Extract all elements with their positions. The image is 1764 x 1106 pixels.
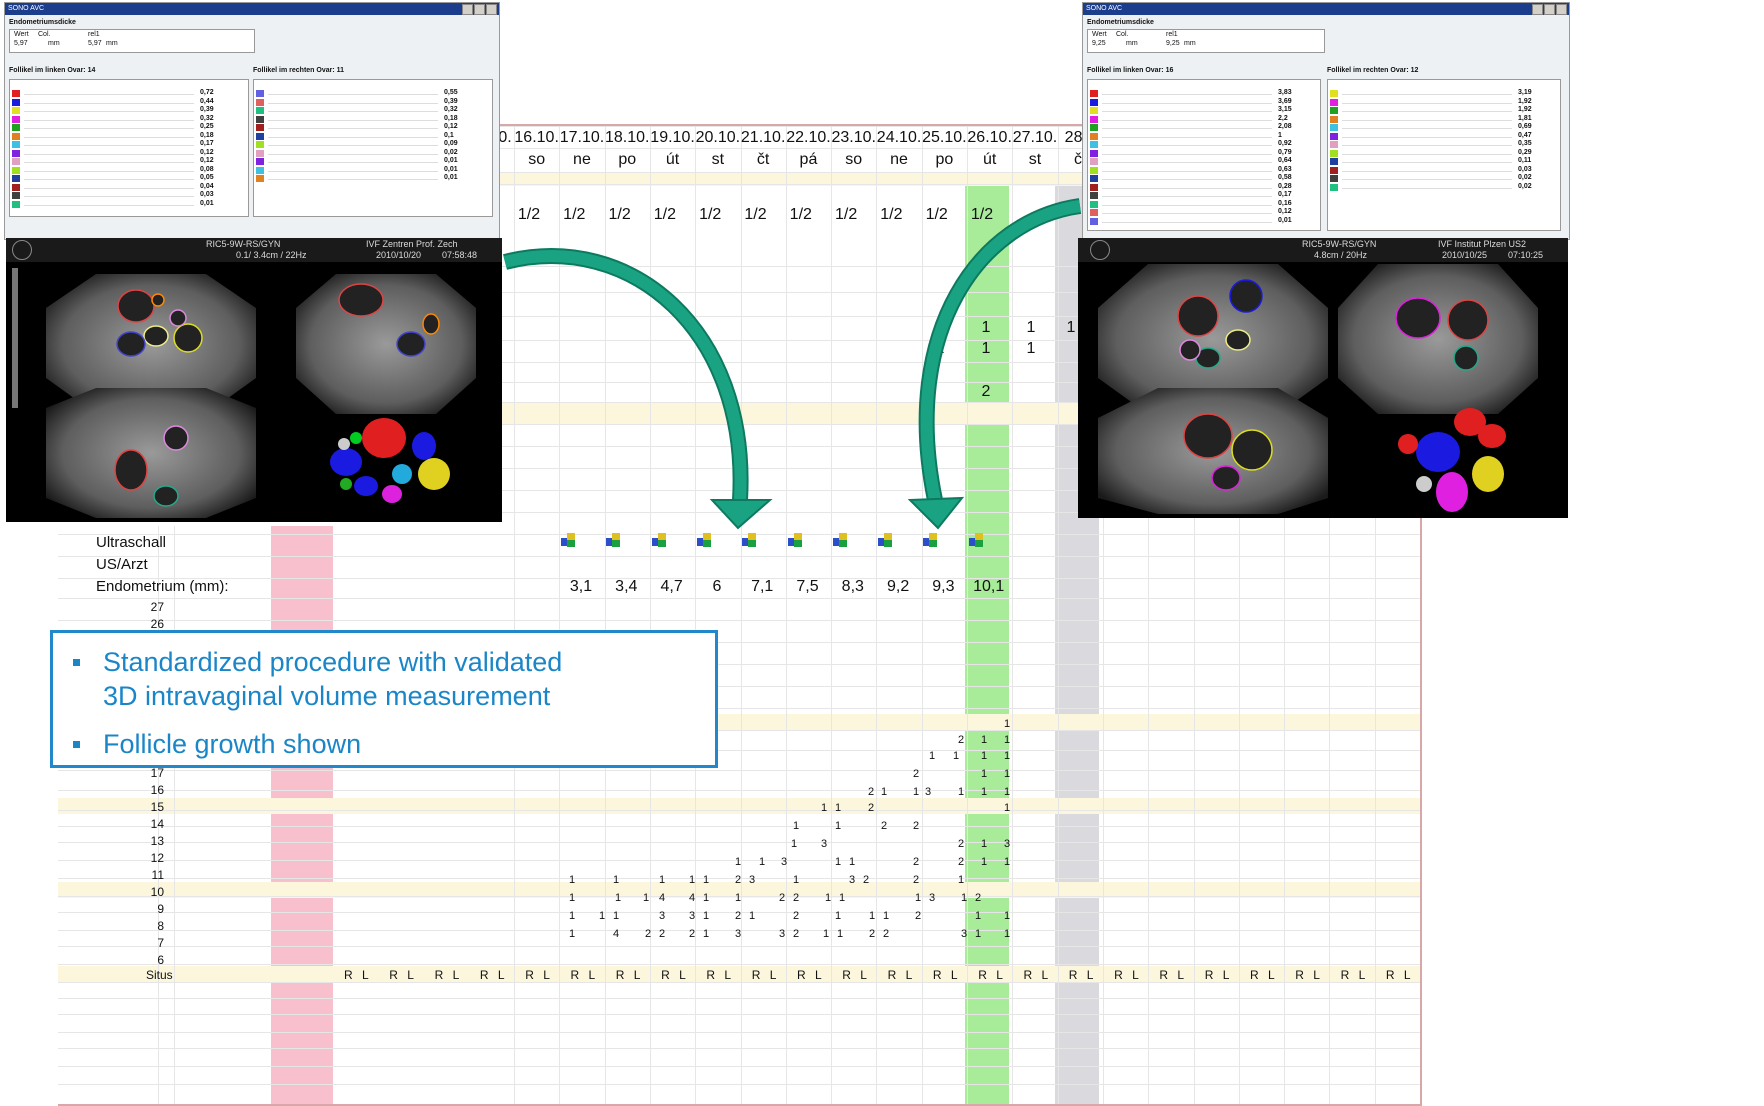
callout-line: 3D intravaginal volume measurement — [103, 681, 551, 711]
bullet-icon — [73, 741, 80, 748]
arrows-overlay — [503, 198, 1082, 530]
arrow-head-icon — [907, 496, 965, 530]
bullet-icon — [73, 659, 80, 666]
callout-line: Standardized procedure with validated — [103, 647, 563, 677]
callout-box: Standardized procedure with validated 3D… — [50, 630, 718, 768]
arrow-head-icon — [709, 499, 773, 530]
callout-line: Follicle growth shown — [103, 729, 362, 759]
